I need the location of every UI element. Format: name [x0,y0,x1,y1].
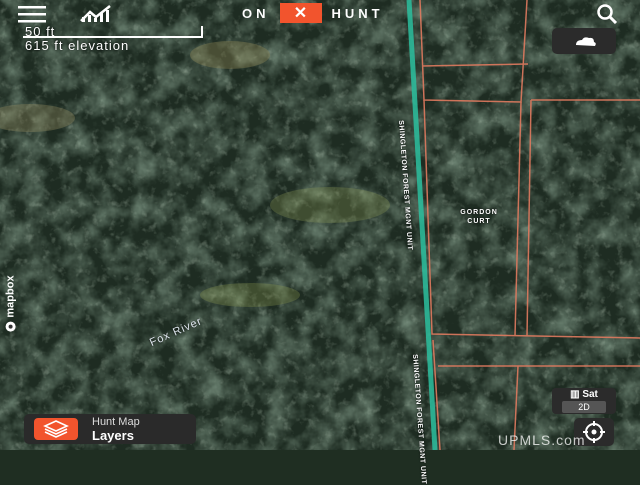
brand-x-icon: ✕ [279,3,322,23]
satellite-icon: ▥ [570,389,583,400]
mapbox-attribution[interactable]: mapbox [5,275,17,332]
hamburger-menu-icon[interactable] [18,4,46,24]
basemap-toggle[interactable]: ▥ Sat 2D [552,388,616,414]
top-bar: ON ✕ HUNT [0,0,640,28]
layers-line1: Hunt Map [92,416,140,428]
layers-button[interactable]: Hunt Map Layers [24,414,196,444]
basemap-label: ▥ Sat [552,389,616,400]
satellite-map[interactable] [0,0,640,450]
app-logo: ON ✕ HUNT [242,2,384,24]
parcel-label-line2: CURT [467,218,491,225]
watermark: UPMLS.com [498,432,586,448]
mapbox-logo-icon [5,321,16,332]
weather-button[interactable] [552,28,616,54]
layers-label: Hunt Map Layers [92,415,140,443]
mapbox-text: mapbox [4,275,17,318]
layers-stack-icon [34,418,78,440]
scale-bar [23,26,203,38]
scale-readout: 50 ft 615 ft elevation [23,25,203,53]
scale-elevation: 615 ft elevation [25,38,130,53]
map-mode-2d[interactable]: 2D [562,401,606,413]
chart-line-icon[interactable] [80,4,112,24]
brand-left: ON [242,5,270,21]
parcel-owner-label: GORDON CURT [450,208,508,226]
parcel-label-line1: GORDON [460,209,498,216]
brand-right: HUNT [331,5,384,21]
layers-line2: Layers [92,428,134,443]
search-icon[interactable] [594,3,620,25]
basemap-label-text: Sat [582,389,598,400]
weather-cloud-icon [576,37,596,46]
